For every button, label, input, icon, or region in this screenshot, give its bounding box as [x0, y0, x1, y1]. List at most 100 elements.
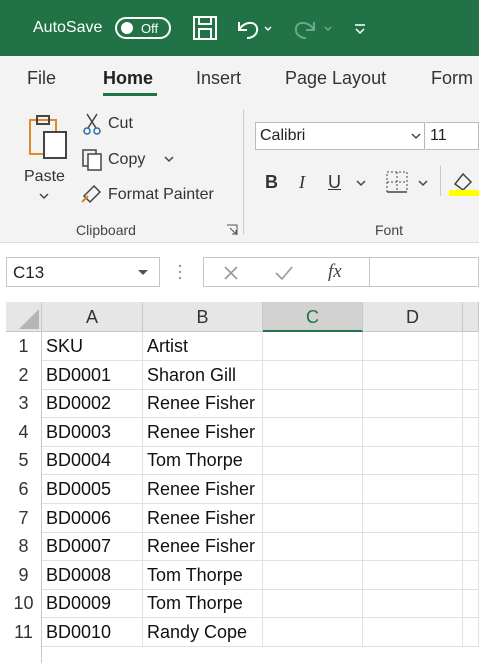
customize-toolbar-icon[interactable] — [352, 14, 368, 42]
copy-label[interactable]: Copy — [108, 151, 145, 169]
borders-icon[interactable] — [385, 170, 411, 194]
tab-formulas[interactable]: Form — [431, 68, 473, 89]
row-header-partial[interactable] — [6, 646, 42, 663]
cell-d[interactable] — [363, 360, 463, 390]
cell-d[interactable] — [363, 446, 463, 476]
column-header-c[interactable]: C — [263, 302, 363, 332]
column-header-partial[interactable] — [463, 302, 479, 332]
cell-e[interactable] — [463, 417, 479, 447]
cell-c[interactable] — [263, 389, 363, 419]
undo-icon[interactable] — [233, 14, 273, 42]
format-painter-label[interactable]: Format Painter — [108, 186, 214, 204]
cell-c[interactable] — [263, 446, 363, 476]
cell-b[interactable]: Renee Fisher — [143, 475, 263, 504]
row-header[interactable]: 3 — [6, 389, 42, 419]
cell-e[interactable] — [463, 475, 479, 504]
name-box[interactable]: C13 — [6, 257, 160, 287]
tab-insert[interactable]: Insert — [196, 68, 241, 89]
cell-b[interactable]: Artist — [143, 332, 263, 361]
cell-d[interactable] — [363, 532, 463, 562]
cell-a[interactable]: BD0002 — [42, 389, 143, 419]
cell-c[interactable] — [263, 360, 363, 390]
resize-handle-icon[interactable] — [176, 262, 184, 282]
cell-b[interactable]: Renee Fisher — [143, 503, 263, 533]
cell-e[interactable] — [463, 618, 479, 647]
cell-a[interactable]: BD0006 — [42, 503, 143, 533]
dialog-launcher-icon[interactable] — [226, 224, 238, 236]
cell-c[interactable] — [263, 560, 363, 590]
cell-b[interactable]: Tom Thorpe — [143, 560, 263, 590]
cell-c[interactable] — [263, 589, 363, 619]
row-header[interactable]: 9 — [6, 560, 42, 590]
underline-button[interactable]: U — [328, 172, 341, 193]
cut-label[interactable]: Cut — [108, 115, 133, 133]
cell-c[interactable] — [263, 417, 363, 447]
cell-e[interactable] — [463, 389, 479, 419]
cell-d[interactable] — [363, 618, 463, 647]
cell-b[interactable]: Renee Fisher — [143, 389, 263, 419]
cell-d[interactable] — [363, 475, 463, 504]
format-painter-icon[interactable] — [80, 182, 104, 204]
cell-d[interactable] — [363, 332, 463, 361]
redo-icon[interactable] — [290, 14, 336, 42]
cell-a[interactable]: BD0008 — [42, 560, 143, 590]
select-all-corner[interactable] — [6, 302, 42, 332]
cell-d[interactable] — [363, 417, 463, 447]
cell-b[interactable]: Tom Thorpe — [143, 446, 263, 476]
row-header[interactable]: 6 — [6, 475, 42, 504]
tab-page-layout[interactable]: Page Layout — [285, 68, 386, 89]
cell-c[interactable] — [263, 618, 363, 647]
bold-button[interactable]: B — [265, 172, 278, 193]
enter-icon[interactable] — [274, 264, 294, 282]
cell-b[interactable]: Tom Thorpe — [143, 589, 263, 619]
cell-a[interactable]: BD0004 — [42, 446, 143, 476]
italic-button[interactable]: I — [299, 172, 305, 193]
cell-b[interactable]: Randy Cope — [143, 618, 263, 647]
cell-a[interactable]: BD0005 — [42, 475, 143, 504]
autosave-toggle[interactable]: Off — [115, 17, 171, 39]
cell-b[interactable]: Renee Fisher — [143, 532, 263, 562]
tab-home[interactable]: Home — [103, 68, 153, 89]
cell-e[interactable] — [463, 446, 479, 476]
copy-icon[interactable] — [80, 148, 104, 172]
row-header[interactable]: 2 — [6, 360, 42, 390]
cell-c[interactable] — [263, 532, 363, 562]
cell-e[interactable] — [463, 589, 479, 619]
underline-dropdown-icon[interactable] — [355, 178, 367, 188]
fill-color-icon[interactable] — [449, 166, 479, 196]
cancel-icon[interactable] — [222, 264, 240, 282]
cell-a[interactable]: BD0009 — [42, 589, 143, 619]
cell-a[interactable]: BD0003 — [42, 417, 143, 447]
column-header-a[interactable]: A — [42, 302, 143, 332]
cell-a[interactable]: BD0007 — [42, 532, 143, 562]
column-header-b[interactable]: B — [143, 302, 263, 332]
column-header-d[interactable]: D — [363, 302, 463, 332]
tab-file[interactable]: File — [27, 68, 56, 89]
cell-e[interactable] — [463, 560, 479, 590]
cell-b[interactable]: Renee Fisher — [143, 417, 263, 447]
cell-d[interactable] — [363, 389, 463, 419]
cell-c[interactable] — [263, 475, 363, 504]
cell-c[interactable] — [263, 503, 363, 533]
row-header[interactable]: 1 — [6, 332, 42, 361]
row-header[interactable]: 11 — [6, 618, 42, 647]
cell-c[interactable] — [263, 332, 363, 361]
copy-dropdown-icon[interactable] — [163, 154, 175, 164]
cell-e[interactable] — [463, 360, 479, 390]
paste-button[interactable]: Paste — [18, 108, 74, 206]
cell-b[interactable]: Sharon Gill — [143, 360, 263, 390]
cell-e[interactable] — [463, 332, 479, 361]
cell-d[interactable] — [363, 589, 463, 619]
borders-dropdown-icon[interactable] — [417, 178, 429, 188]
row-header[interactable]: 7 — [6, 503, 42, 533]
cell-e[interactable] — [463, 503, 479, 533]
cut-icon[interactable] — [82, 112, 102, 136]
row-header[interactable]: 5 — [6, 446, 42, 476]
row-header[interactable]: 8 — [6, 532, 42, 562]
cell-d[interactable] — [363, 560, 463, 590]
row-header[interactable]: 10 — [6, 589, 42, 619]
insert-function-button[interactable]: fx — [328, 261, 342, 283]
font-size-select[interactable]: 11 — [426, 122, 479, 150]
cell-d[interactable] — [363, 503, 463, 533]
row-header[interactable]: 4 — [6, 417, 42, 447]
